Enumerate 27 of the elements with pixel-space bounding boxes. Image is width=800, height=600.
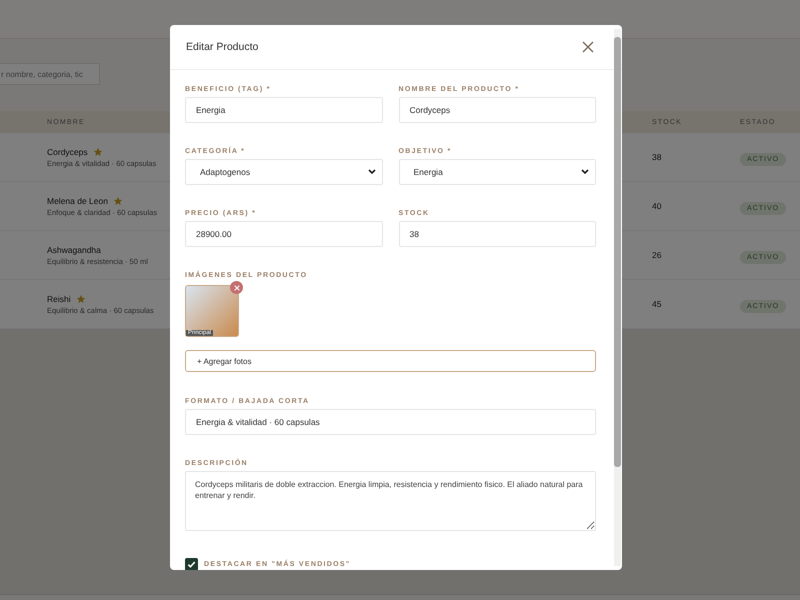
stock-cell-text: 40 — [652, 201, 662, 211]
select-dropdown[interactable]: Energia — [398, 159, 596, 185]
product-name: Ashwagandha — [47, 244, 101, 254]
close-button[interactable] — [582, 41, 594, 53]
product-name: Cordyceps — [47, 146, 88, 156]
select-dropdown[interactable]: Adaptogenos — [185, 159, 382, 185]
scrollbar[interactable] — [614, 29, 621, 566]
dialog-title: Editar Producto — [186, 41, 258, 53]
product-name: Reishi — [47, 294, 71, 304]
input-field[interactable]: 38 — [398, 221, 596, 247]
product-name: Melena de Leon — [47, 196, 108, 206]
stock-cell-text: 45 — [652, 299, 662, 309]
input-field[interactable]: Energia & vitalidad · 60 capsulas — [185, 409, 596, 435]
close-icon — [234, 284, 240, 290]
stock-cell-text: 38 — [652, 152, 662, 162]
input-field[interactable]: 28900.00 — [185, 221, 382, 247]
input-field[interactable]: Cordyceps — [398, 97, 596, 123]
checkbox[interactable] — [185, 558, 198, 570]
search-field[interactable]: r nombre, categoria, tic — [0, 63, 100, 85]
photo-placeholder — [185, 285, 239, 337]
chevron-icon — [581, 169, 589, 175]
add-photos-button[interactable]: + Agregar fotos — [185, 350, 596, 372]
stock-cell-text: 26 — [652, 250, 662, 260]
chevron-icon — [368, 169, 376, 175]
remove-button[interactable] — [230, 281, 243, 294]
input-field[interactable]: Energia — [185, 97, 382, 123]
description-field[interactable]: Cordyceps militaris de doble extraccion. Energia limpia, resistencia y rendimiento fisico. El aliado natural para entrenar y rendir. — [185, 471, 596, 531]
